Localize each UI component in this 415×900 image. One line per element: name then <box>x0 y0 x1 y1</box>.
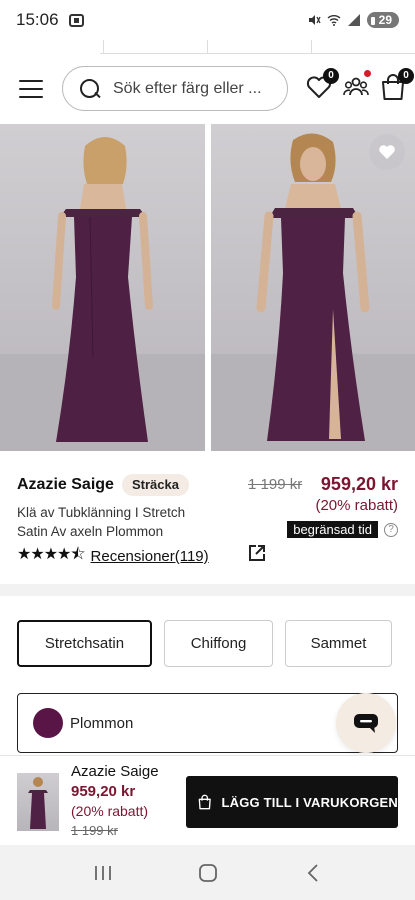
mute-icon <box>308 15 321 25</box>
tab-divider <box>311 40 312 54</box>
battery-indicator: 29 <box>366 12 399 28</box>
back-arrow-icon <box>307 863 318 882</box>
limited-time-row: begränsad tid ? <box>287 521 398 538</box>
stretch-badge: Sträcka <box>122 474 189 496</box>
add-to-cart-button[interactable]: LÄGG TILL I VARUKORGEN <box>186 776 398 828</box>
recent-apps-button[interactable] <box>83 858 123 888</box>
back-button[interactable] <box>293 858 333 888</box>
cart-button[interactable]: 0 <box>379 68 414 102</box>
product-image-front[interactable] <box>211 124 415 451</box>
chat-bubble-icon <box>354 714 378 733</box>
dress-thumbnail-illustration <box>28 777 48 829</box>
material-option-sammet[interactable]: Sammet <box>285 620 392 667</box>
menu-icon[interactable] <box>19 80 43 98</box>
notification-dot <box>364 70 371 77</box>
help-icon[interactable]: ? <box>384 522 398 537</box>
dress-front-illustration <box>211 133 415 451</box>
product-thumbnail <box>17 773 59 831</box>
home-button[interactable] <box>188 858 228 888</box>
tab-divider <box>207 40 208 54</box>
status-time: 15:06 <box>16 10 59 29</box>
search-placeholder: Sök efter färg eller ... <box>113 79 262 97</box>
product-gallery[interactable] <box>0 124 415 451</box>
chat-button[interactable] <box>336 693 396 753</box>
status-icons: 29 <box>307 12 399 28</box>
signal-icon <box>347 14 360 26</box>
dress-back-illustration <box>0 137 205 451</box>
app-header: Sök efter färg eller ... 0 0 <box>0 54 415 124</box>
community-button[interactable] <box>341 70 371 102</box>
discount-label: (20% rabatt) <box>315 497 398 514</box>
search-icon <box>79 78 101 100</box>
section-divider <box>0 584 415 596</box>
product-image-back[interactable] <box>0 124 205 451</box>
search-input[interactable]: Sök efter färg eller ... <box>62 66 288 111</box>
heart-icon <box>379 145 395 159</box>
add-to-cart-label: LÄGG TILL I VARUKORGEN <box>221 794 398 810</box>
sticky-cart-bar: Azazie Saige 959,20 kr (20% rabatt) 1 19… <box>0 755 415 845</box>
rating-row: ★★★★⯪ Recensioner(119) <box>17 543 209 570</box>
wifi-icon <box>327 15 341 26</box>
sticky-discount: (20% rabatt) <box>71 803 149 819</box>
home-icon <box>198 863 217 882</box>
favorite-button[interactable] <box>369 134 405 170</box>
material-option-stretchsatin[interactable]: Stretchsatin <box>17 620 152 667</box>
color-swatch <box>33 708 63 738</box>
product-description: Klä av Tubklänning I Stretch Satin Av ax… <box>17 505 186 539</box>
original-price: 1 199 kr <box>248 476 303 493</box>
wishlist-count-badge: 0 <box>323 68 339 84</box>
tab-divider <box>103 40 104 54</box>
screenshot-icon <box>68 13 84 27</box>
status-bar: 15:06 29 <box>0 0 415 40</box>
system-navigation-bar <box>0 845 415 900</box>
reviews-link[interactable]: Recensioner(119) <box>91 548 209 565</box>
sticky-product-name: Azazie Saige <box>71 763 159 780</box>
sale-price: 959,20 kr <box>320 474 398 494</box>
star-rating: ★★★★⯪ <box>17 546 86 563</box>
sticky-original-price: 1 199 kr <box>71 823 118 838</box>
material-options: Stretchsatin Chiffong Sammet <box>17 620 398 667</box>
share-icon[interactable] <box>248 544 266 562</box>
color-name: Plommon <box>70 714 134 732</box>
category-tab-strip <box>0 40 415 54</box>
limited-time-badge: begränsad tid <box>287 521 378 538</box>
cart-count-badge: 0 <box>398 68 414 84</box>
recent-apps-icon <box>94 865 111 880</box>
product-name: Azazie Saige <box>17 476 114 493</box>
sticky-price: 959,20 kr <box>71 783 136 800</box>
shopping-bag-icon <box>198 794 211 810</box>
wishlist-button[interactable]: 0 <box>304 68 339 102</box>
material-option-chiffong[interactable]: Chiffong <box>164 620 273 667</box>
